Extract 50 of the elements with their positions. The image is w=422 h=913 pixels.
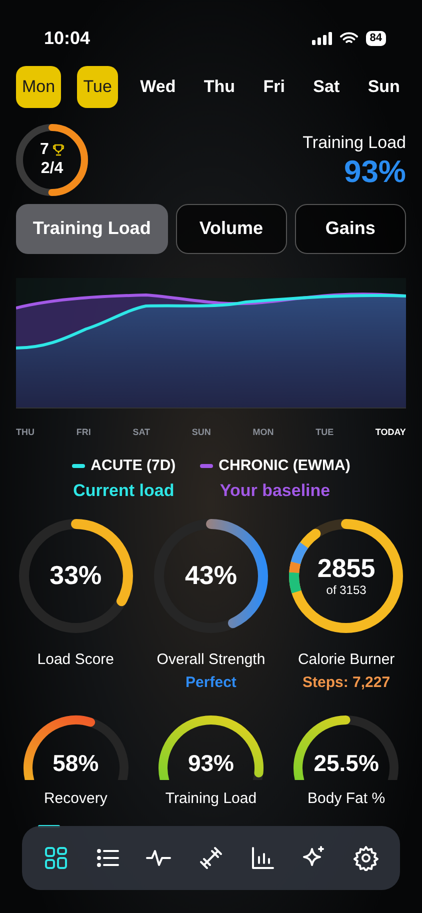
- legend-label: CHRONIC (EWMA): [218, 456, 350, 476]
- ring-label: Overall Strength: [156, 650, 266, 670]
- bar-chart-icon: [250, 845, 276, 871]
- ring-value: 43%: [184, 561, 237, 591]
- gauge-label: Body Fat %: [308, 789, 386, 809]
- day-button[interactable]: Sun: [362, 66, 406, 108]
- axis-label: MON: [252, 426, 274, 438]
- legend-label: ACUTE (7D): [90, 456, 176, 476]
- wifi-icon: [340, 32, 358, 44]
- axis-label: TODAY: [375, 426, 406, 438]
- day-button[interactable]: Tue: [77, 66, 118, 108]
- signal-icon: [312, 32, 332, 44]
- streak-count: 7: [40, 141, 49, 160]
- gauge-value: 58%: [52, 748, 100, 778]
- ring-subtext: of 3153: [326, 584, 366, 598]
- tab[interactable]: Volume: [176, 204, 287, 254]
- ring-label: Load Score: [37, 650, 114, 670]
- progress-count: 2/4: [40, 160, 64, 178]
- settings-icon: [353, 845, 380, 871]
- day-button[interactable]: Wed: [134, 66, 182, 108]
- progress-ring: [16, 124, 88, 196]
- metric-label: Training Load: [302, 132, 406, 154]
- day-button[interactable]: Fri: [257, 66, 291, 108]
- day-button[interactable]: Mon: [16, 66, 62, 108]
- gauge-value: 93%: [186, 748, 235, 778]
- axis-label: THU: [16, 426, 34, 438]
- axis-label: SAT: [132, 426, 150, 438]
- ring-value: 2855: [317, 554, 376, 584]
- battery-level: 84: [366, 30, 386, 46]
- clock: 10:04: [44, 26, 90, 50]
- trophy-icon: [52, 144, 64, 156]
- day-button[interactable]: Sat: [307, 66, 346, 108]
- dumbbell-icon: [198, 845, 224, 871]
- tab[interactable]: Training Load: [16, 204, 168, 254]
- dashboard-icon: [42, 845, 69, 871]
- axis-label: TUE: [316, 426, 334, 438]
- gauge-label: Training Load: [165, 789, 257, 809]
- legend-caption: Your baseline: [218, 480, 332, 502]
- tab[interactable]: Gains: [294, 204, 406, 254]
- ring-label: Calorie Burner: [298, 650, 395, 670]
- ring-note: Perfect: [186, 672, 236, 692]
- axis-label: SUN: [192, 426, 211, 438]
- metric-value: 93%: [342, 155, 406, 190]
- ring-note: Steps: 7,227: [302, 672, 390, 692]
- ring-value: 33%: [50, 561, 102, 591]
- legend-caption: Current load: [72, 480, 176, 502]
- gauge-value: 25.5%: [312, 748, 380, 778]
- gauge-label: Recovery: [44, 789, 108, 809]
- day-button[interactable]: Thu: [198, 66, 242, 108]
- axis-label: FRI: [76, 426, 91, 438]
